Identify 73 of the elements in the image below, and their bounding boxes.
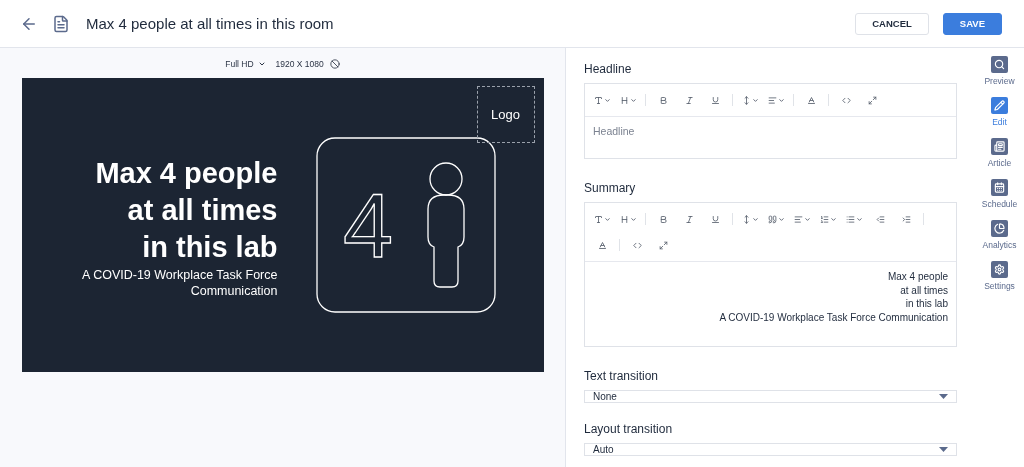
resolution-dropdown[interactable]: Full HD xyxy=(225,58,266,69)
line-height-icon xyxy=(741,214,751,224)
summary-text-line: A COVID-19 Workplace Task Force Communication xyxy=(719,310,948,324)
bullet-list-icon xyxy=(845,214,855,224)
expand-icon xyxy=(867,95,877,105)
bold-icon xyxy=(658,95,668,105)
pie-chart-icon xyxy=(991,220,1008,237)
sidebar-item[interactable]: Settings xyxy=(975,261,1024,291)
italic-icon xyxy=(684,214,694,224)
document-icon xyxy=(52,14,70,33)
caret-icon xyxy=(751,96,759,104)
caret-icon xyxy=(855,215,863,223)
bold-icon xyxy=(658,214,668,224)
caret-icon xyxy=(777,96,785,104)
text-size-icon xyxy=(619,214,629,224)
sidebar-item[interactable]: Edit xyxy=(975,97,1024,127)
slide-title: Max 4 people xyxy=(95,156,278,191)
indent-icon xyxy=(901,214,911,224)
caret-icon xyxy=(629,215,637,223)
quote-icon xyxy=(767,214,777,224)
align-icon xyxy=(767,95,777,105)
field-label: Summary xyxy=(584,181,637,195)
transition-select[interactable]: None xyxy=(584,390,957,403)
caret-icon xyxy=(939,447,948,452)
caret-icon xyxy=(629,96,637,104)
slide-title: in this lab xyxy=(142,230,278,265)
caret-icon xyxy=(603,96,611,104)
underline-icon xyxy=(710,214,720,224)
occupancy-sign-drawing: 4 xyxy=(315,137,496,313)
caret-icon xyxy=(751,215,759,223)
resolution-size: 1920 X 1080 xyxy=(275,58,324,69)
headline-input[interactable]: Headline xyxy=(585,117,956,158)
caret-icon xyxy=(939,394,948,399)
line-height-icon xyxy=(741,95,751,105)
expand-icon xyxy=(658,240,668,250)
outdent-icon xyxy=(875,214,885,224)
font-icon xyxy=(593,214,603,224)
sidebar-item[interactable]: Schedule xyxy=(975,179,1024,209)
calendar-icon xyxy=(991,179,1008,196)
transition-select[interactable]: Auto xyxy=(584,443,957,456)
code-icon xyxy=(632,240,642,250)
slide-title: at all times xyxy=(127,193,278,228)
underline-icon xyxy=(710,95,720,105)
field-label: Layout transition xyxy=(584,422,674,436)
align-icon xyxy=(793,214,803,224)
caret-icon xyxy=(603,215,611,223)
text-color-icon xyxy=(597,240,607,250)
search-icon xyxy=(991,56,1008,73)
summary-text-line: Max 4 people xyxy=(887,270,948,284)
numbered-list-icon xyxy=(819,214,829,224)
caret-icon xyxy=(829,215,837,223)
font-icon xyxy=(593,95,603,105)
field-label: Headline xyxy=(584,62,633,76)
sidebar-item[interactable]: Preview xyxy=(975,56,1024,86)
sidebar-item[interactable]: Analytics xyxy=(975,220,1024,250)
summary-text-line: at all times xyxy=(900,283,948,297)
field-label: Text transition xyxy=(584,369,660,383)
logo-placeholder[interactable]: Logo xyxy=(476,86,535,143)
text-size-icon xyxy=(619,95,629,105)
summary-text-line: in this lab xyxy=(905,297,948,311)
pencil-icon xyxy=(991,97,1008,114)
text-color-icon xyxy=(806,95,816,105)
italic-icon xyxy=(684,95,694,105)
sidebar-item[interactable]: Article xyxy=(975,138,1024,168)
slide-subtitle: A COVID-19 Workplace Task Force Communication xyxy=(81,267,278,299)
cancel-button[interactable]: CANCEL xyxy=(855,12,929,35)
caret-icon xyxy=(803,215,811,223)
save-button[interactable]: SAVE xyxy=(942,12,1002,35)
document-icon xyxy=(991,138,1008,155)
caret-icon xyxy=(777,215,785,223)
code-icon xyxy=(841,95,851,105)
settings-icon xyxy=(991,261,1008,278)
page-title: Max 4 people at all times in this room xyxy=(86,15,335,32)
